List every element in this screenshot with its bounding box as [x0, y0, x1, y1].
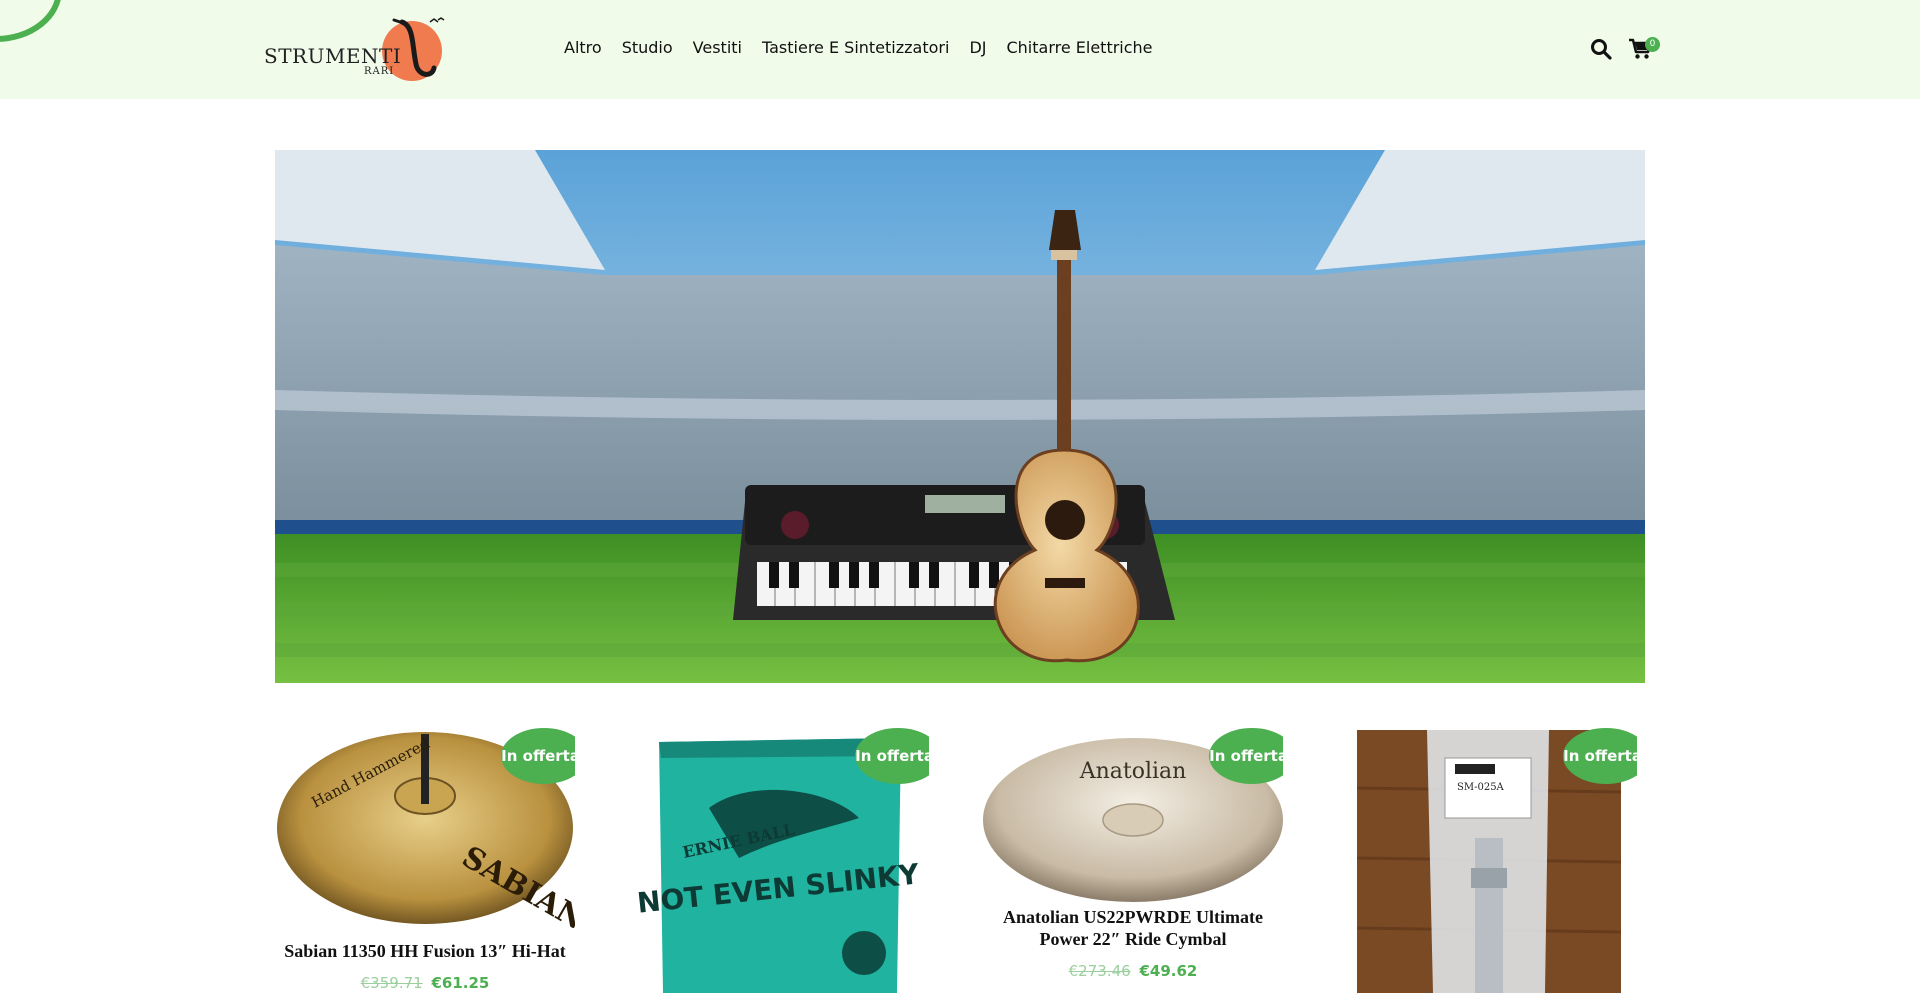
old-price: €273.46 — [1068, 962, 1131, 980]
site-header: STRUMENTI RARI Altro Studio Vestiti Tast… — [0, 0, 1920, 99]
nav-item-chitarre-elettriche[interactable]: Chitarre Elettriche — [1006, 38, 1152, 57]
product-logo-text: Anatolian — [1079, 759, 1187, 784]
product-title[interactable]: Sabian 11350 HH Fusion 13″ Hi-Hat — [275, 940, 575, 962]
nav-item-vestiti[interactable]: Vestiti — [693, 38, 742, 57]
logo-subtext: RARI — [364, 66, 395, 77]
sale-price: €61.25 — [431, 974, 490, 992]
old-price: €359.71 — [360, 974, 423, 992]
logo-text: STRUMENTI — [264, 44, 402, 68]
product-price: €273.46 €49.62 — [983, 962, 1283, 980]
sale-price: €49.62 — [1139, 962, 1198, 980]
hero-stadium-image — [275, 150, 1645, 683]
nav-item-altro[interactable]: Altro — [564, 38, 602, 57]
cart-count-badge: 0 — [1645, 37, 1660, 52]
main-nav: Altro Studio Vestiti Tastiere E Sintetiz… — [564, 38, 1173, 57]
hero-banner — [275, 150, 1645, 683]
search-icon[interactable] — [1590, 38, 1612, 60]
nav-item-dj[interactable]: DJ — [969, 38, 986, 57]
decorative-ring — [0, 0, 62, 42]
product-card[interactable]: Anatolian In offerta! Anatolian US22PWRD… — [983, 728, 1283, 993]
product-card[interactable]: SABIAN Hand Hammered In offerta! Sabian … — [275, 728, 575, 993]
product-label-text: SM-025A — [1457, 782, 1505, 793]
product-card[interactable]: NOT EVEN SLINKY ERNIE BALL In offerta! — [629, 728, 929, 993]
nav-item-studio[interactable]: Studio — [622, 38, 673, 57]
product-title[interactable]: Anatolian US22PWRDE Ultimate Power 22″ R… — [983, 906, 1283, 950]
site-logo[interactable]: STRUMENTI RARI — [264, 16, 454, 86]
nav-item-tastiere[interactable]: Tastiere E Sintetizzatori — [762, 38, 949, 57]
product-card[interactable]: SM-025A In offerta! — [1337, 728, 1637, 993]
product-price: €359.71 €61.25 — [275, 974, 575, 992]
